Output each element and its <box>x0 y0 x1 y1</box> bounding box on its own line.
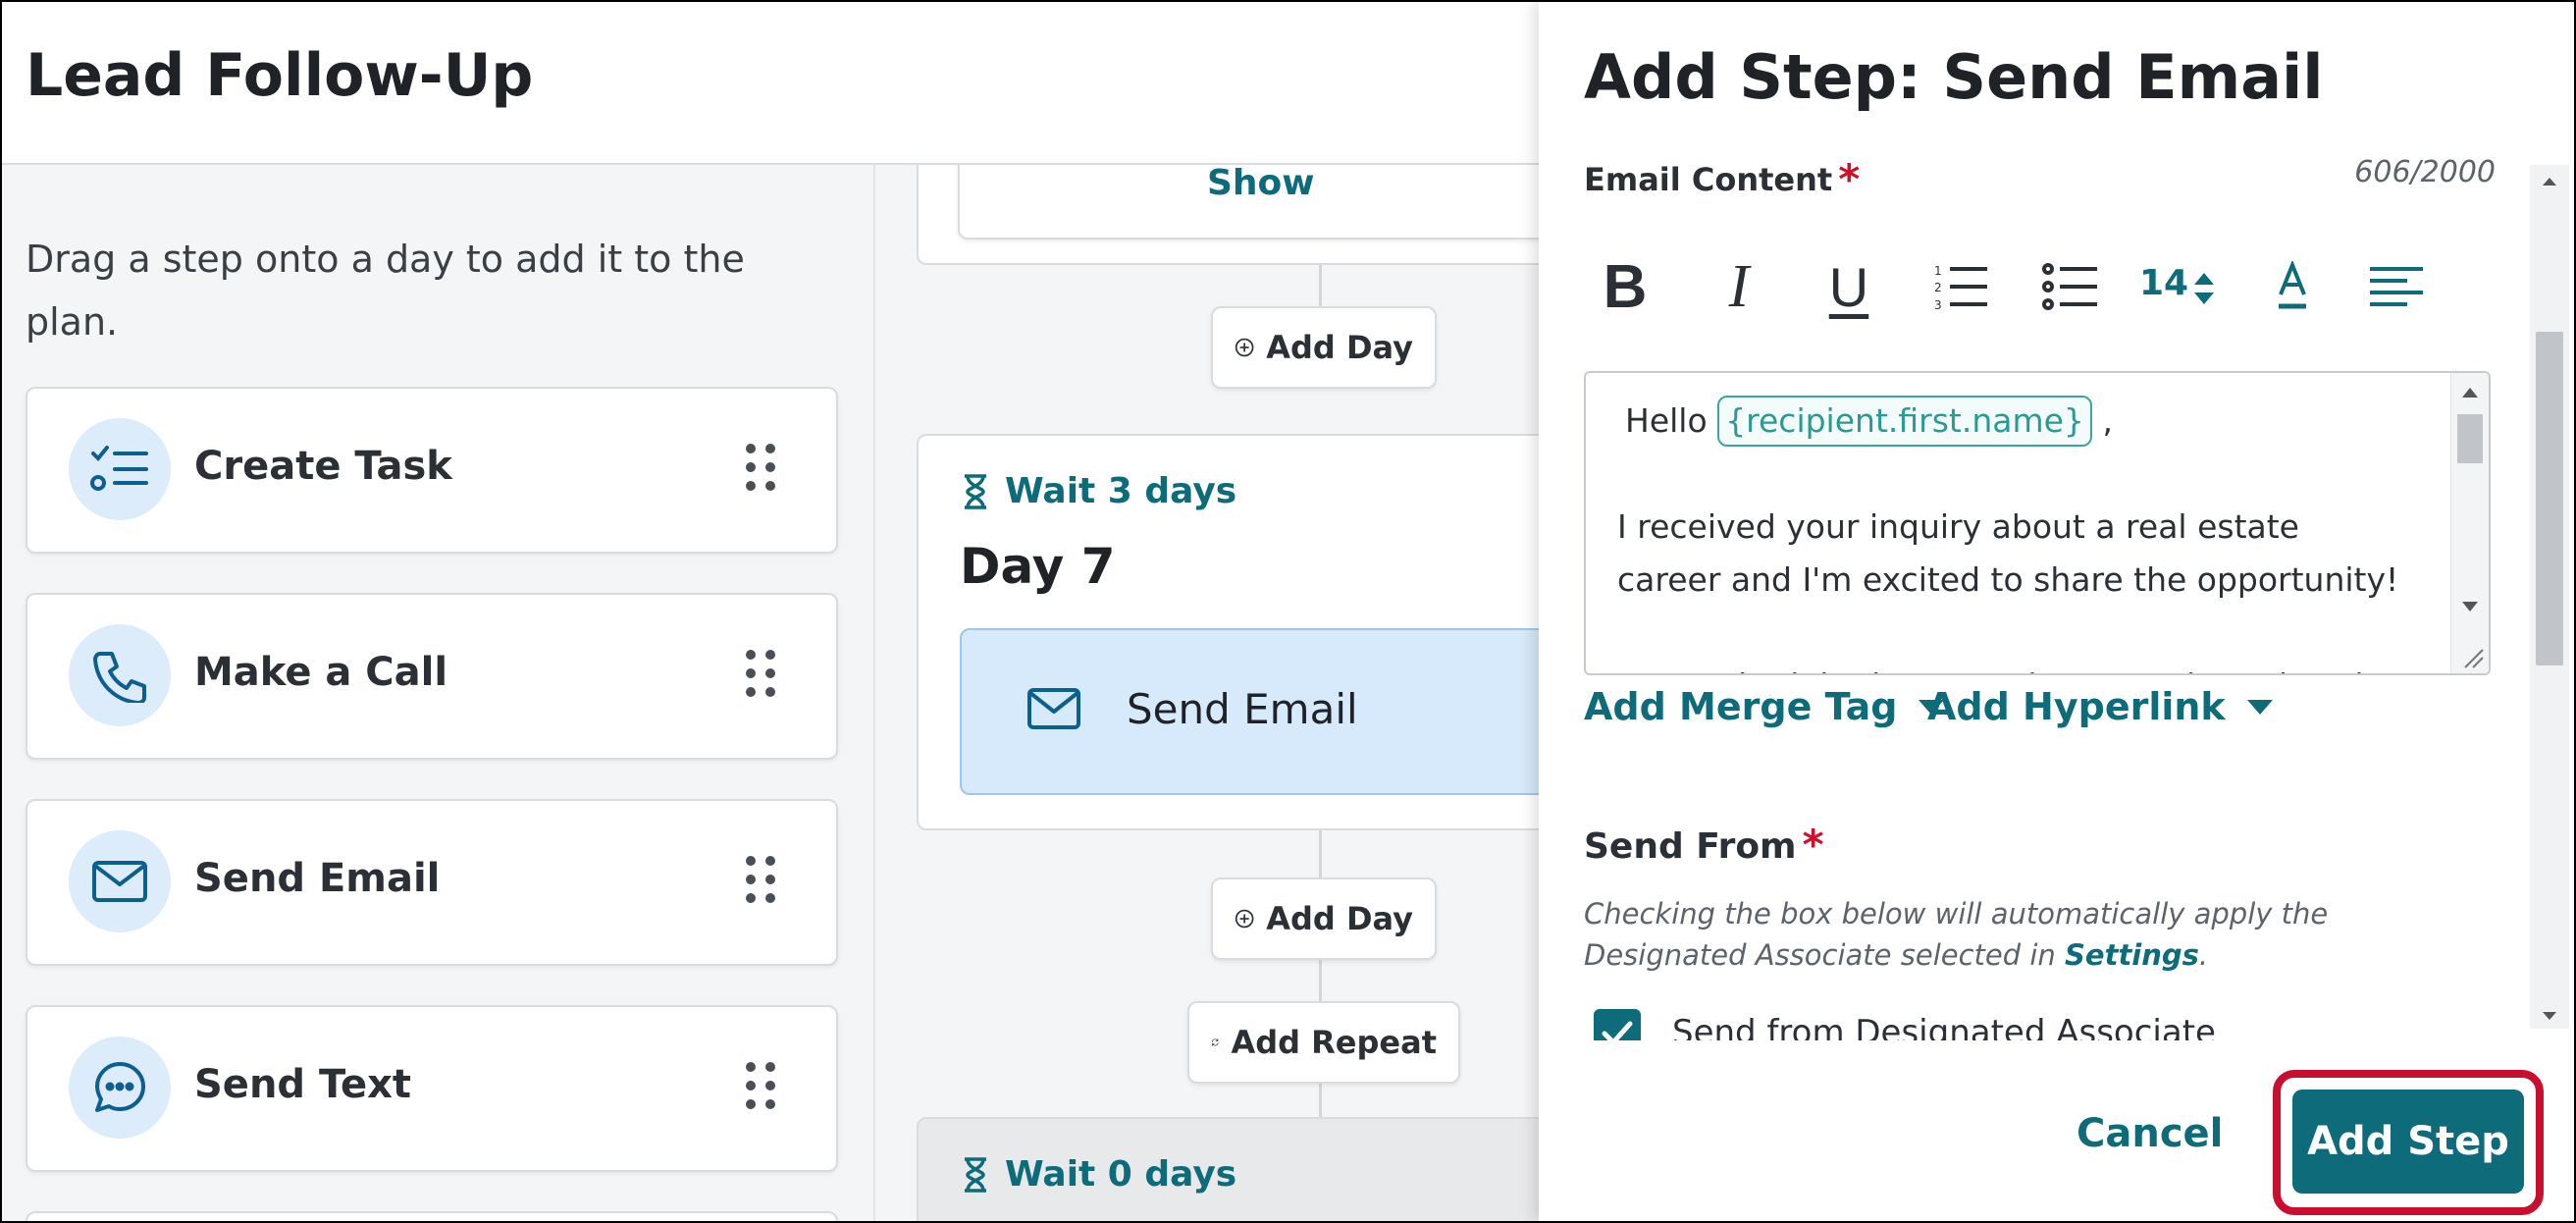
page-header: Lead Follow-Up <box>2 2 1572 165</box>
scroll-down-icon[interactable] <box>2461 601 2479 612</box>
align-left-icon <box>2370 267 2423 306</box>
font-color-icon <box>2279 261 2306 309</box>
editor-paragraph: Let's schedule time together to review w… <box>1617 660 2402 673</box>
add-step-button[interactable]: Add Step <box>2292 1090 2524 1194</box>
italic-button[interactable]: I <box>1708 253 1770 320</box>
wait-indicator: Wait 0 days <box>962 1154 1236 1195</box>
plan-timeline: Show Add Day Wait 3 days Day 7 Send Emai… <box>875 165 1572 1221</box>
add-step-drawer: Add Step: Send Email Email Content * 606/… <box>1539 2 2574 1221</box>
app-window: Lead Follow-Up Drag a step onto a day to… <box>0 0 2576 1223</box>
editor-scroll-thumb[interactable] <box>2457 414 2483 463</box>
add-merge-tag-dropdown[interactable]: Add Merge Tag <box>1584 685 1945 728</box>
day-step-label: Send Email <box>1127 685 1358 733</box>
envelope-icon <box>1027 688 1080 729</box>
drag-handle-icon[interactable] <box>746 444 775 491</box>
drawer-title: Add Step: Send Email <box>1584 41 2324 113</box>
palette-item-label: Send Text <box>194 1062 411 1107</box>
previous-step-card: Show <box>958 165 1572 239</box>
add-day-label: Add Day <box>1266 329 1413 366</box>
svg-text:2: 2 <box>1934 281 1942 294</box>
bullet-list-button[interactable] <box>2039 255 2102 318</box>
add-repeat-button[interactable]: Add Repeat <box>1187 1001 1460 1084</box>
add-day-label: Add Day <box>1266 900 1413 937</box>
font-size-value[interactable]: 14 <box>2139 263 2188 303</box>
scroll-down-icon[interactable] <box>2542 1011 2557 1021</box>
numbered-list-button[interactable]: 1 2 3 <box>1929 255 1992 318</box>
next-day-card: Wait 0 days <box>917 1117 1572 1221</box>
merge-tag-chip[interactable]: {recipient.first.name} <box>1717 396 2092 447</box>
wait-text: Wait 3 days <box>1005 471 1237 511</box>
italic-icon: I <box>1728 252 1750 320</box>
svg-text:3: 3 <box>1934 298 1942 310</box>
previous-day-card: Show <box>917 165 1572 265</box>
day-7-card: Wait 3 days Day 7 Send Email <box>917 434 1572 830</box>
cancel-button[interactable]: Cancel <box>2077 1111 2223 1156</box>
phone-icon <box>69 624 171 726</box>
bold-button[interactable]: B <box>1594 253 1656 321</box>
step-palette: Drag a step onto a day to add it to the … <box>2 165 875 1221</box>
palette-hint: Drag a step onto a day to add it to the … <box>26 238 745 344</box>
editor-paragraph: I received your inquiry about a real est… <box>1617 507 2399 599</box>
font-color-button[interactable] <box>2261 255 2324 318</box>
palette-item-make-a-call[interactable]: Make a Call <box>26 593 838 760</box>
day-step-send-email[interactable]: Send Email <box>960 628 1572 795</box>
add-day-button[interactable]: Add Day <box>1211 877 1437 960</box>
chevron-down-icon <box>2246 699 2273 715</box>
palette-item-create-task[interactable]: Create Task <box>26 387 838 554</box>
add-day-button[interactable]: Add Day <box>1211 306 1437 389</box>
hourglass-icon <box>965 1156 986 1193</box>
add-hyperlink-dropdown[interactable]: Add Hyperlink <box>1927 685 2273 728</box>
align-button[interactable] <box>2365 255 2428 318</box>
add-repeat-label: Add Repeat <box>1231 1024 1437 1061</box>
drag-handle-icon[interactable] <box>746 856 775 903</box>
drawer-scroll-thumb[interactable] <box>2536 332 2563 665</box>
settings-link[interactable]: Settings <box>2065 938 2199 972</box>
underline-button[interactable]: U <box>1817 255 1880 318</box>
bold-icon: B <box>1603 252 1648 321</box>
hourglass-icon <box>965 473 986 509</box>
chat-bubble-icon <box>69 1037 171 1139</box>
plus-circle-icon <box>1235 909 1254 929</box>
editor-body[interactable]: Hello {recipient.first.name} , I receive… <box>1617 395 2402 673</box>
palette-item-partial <box>26 1211 838 1221</box>
greeting-line: Hello {recipient.first.name} , <box>1617 395 2402 448</box>
scroll-up-icon[interactable] <box>2542 177 2557 186</box>
repeat-icon <box>1211 1038 1219 1046</box>
drag-handle-icon[interactable] <box>746 1062 775 1109</box>
email-content-label: Email Content * <box>1584 155 1861 203</box>
required-marker: * <box>1802 821 1824 869</box>
day-title: Day 7 <box>960 538 1116 595</box>
drag-handle-icon[interactable] <box>746 650 775 697</box>
underline-icon: U <box>1828 255 1869 318</box>
wait-text: Wait 0 days <box>1005 1154 1237 1195</box>
drawer-footer: Cancel Add Step <box>1539 1040 2574 1221</box>
palette-item-label: Make a Call <box>194 650 448 695</box>
email-content-editor[interactable]: Hello {recipient.first.name} , I receive… <box>1584 371 2491 675</box>
page-title: Lead Follow-Up <box>26 41 534 110</box>
character-count: 606/2000 <box>2354 155 2496 189</box>
palette-item-send-email[interactable]: Send Email <box>26 799 838 966</box>
checklist-icon <box>69 418 171 520</box>
numbered-list-icon: 1 2 3 <box>1934 264 1987 310</box>
send-from-helper: Checking the box below will automaticall… <box>1584 897 2329 972</box>
wait-indicator: Wait 3 days <box>962 471 1236 511</box>
resize-handle-icon[interactable] <box>2463 648 2485 669</box>
palette-item-label: Send Email <box>194 856 441 901</box>
font-size-stepper-icon[interactable] <box>2192 271 2216 306</box>
drawer-scrollbar[interactable] <box>2530 165 2569 1029</box>
editor-toolbar: B I U 1 2 3 14 <box>1584 238 2487 336</box>
palette-item-label: Create Task <box>194 444 452 489</box>
editor-scrollbar[interactable] <box>2450 373 2489 673</box>
show-link[interactable]: Show <box>1207 165 1315 203</box>
palette-item-send-text[interactable]: Send Text <box>26 1005 838 1172</box>
send-from-label: Send From * <box>1584 821 1824 869</box>
svg-text:1: 1 <box>1934 264 1942 278</box>
envelope-icon <box>69 830 171 932</box>
bullet-list-icon <box>2042 263 2097 310</box>
plus-circle-icon <box>1235 338 1254 357</box>
scroll-up-icon[interactable] <box>2461 387 2479 399</box>
required-marker: * <box>1838 155 1861 203</box>
